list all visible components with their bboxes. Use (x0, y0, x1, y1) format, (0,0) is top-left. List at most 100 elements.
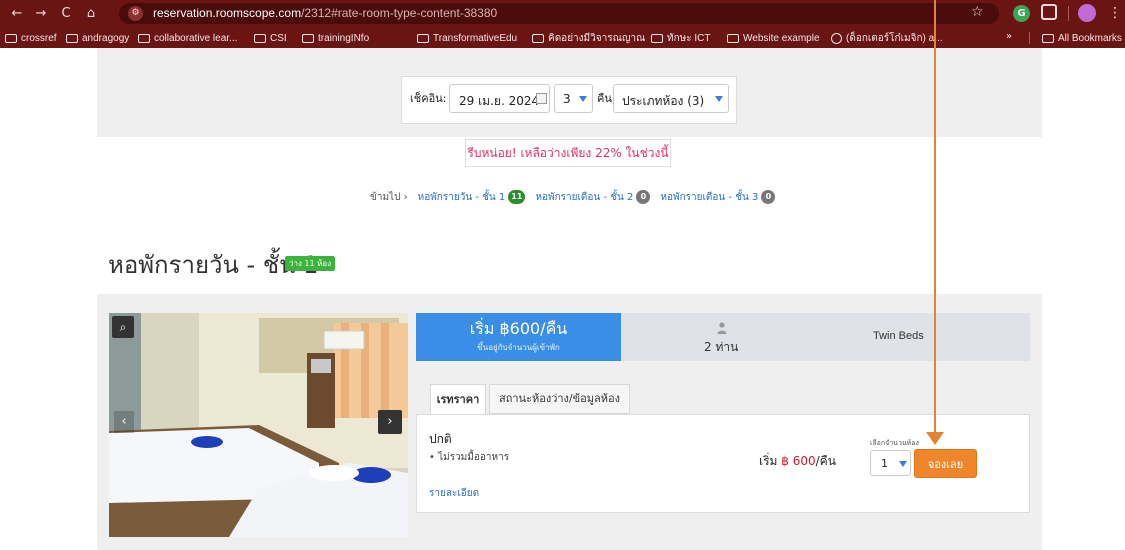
all-bookmarks-label: All Bookmarks (1058, 32, 1122, 44)
folder-icon (138, 33, 150, 43)
tab-rates[interactable]: เรทราคา (430, 384, 486, 415)
back-arrow-icon[interactable]: ← (8, 5, 26, 23)
room-photo-image (109, 313, 408, 537)
bookmarks-divider (1029, 32, 1030, 44)
bed-type: Twin Beds (873, 330, 924, 342)
bookmark-label: TransformativeEdu (433, 32, 518, 44)
bookmark-item[interactable]: TransformativeEdu (417, 30, 517, 46)
availability-search-bar: เช็คอิน: 29 เม.ย. 2024 3 คืน ประเภทห้อง … (401, 76, 737, 124)
folder-icon (727, 33, 739, 43)
site-settings-icon[interactable]: ⚙ (128, 6, 143, 21)
home-icon[interactable]: ⌂ (82, 5, 100, 23)
bookmark-label: trainingINfo (318, 32, 370, 44)
folder-icon (5, 33, 17, 43)
jump-to-nav: ข้ามไป › หอพักรายวัน - ชั้น 1 11 หอพักราย… (370, 188, 776, 206)
bookmark-label: (ด็อกเตอร์โก๋เมจิก) a... (846, 32, 943, 44)
jump-link-label: หอพักรายเดือน - ชั้น 3 (660, 191, 759, 203)
jump-link-label: หอพักรายเดือน - ชั้น 2 (535, 191, 634, 203)
menu-kebab-icon[interactable]: ⋮ (1108, 4, 1122, 22)
room-type-select[interactable]: ประเภทห้อง (3) (613, 84, 729, 113)
google-extension-icon[interactable]: G (1013, 5, 1030, 22)
rooms-available-badge: ว่าง 11 ห้อง (285, 256, 336, 271)
rate-details-link[interactable]: รายละเอียด (429, 486, 479, 501)
bookmark-label: CSI (270, 32, 287, 44)
url-path: /2312#rate-room-type-content-38380 (301, 6, 498, 20)
guest-capacity: 2 ท่าน (704, 340, 739, 354)
folder-icon (254, 33, 266, 43)
jump-link-floor-3[interactable]: หอพักรายเดือน - ชั้น 30 (660, 190, 776, 205)
bookmark-star-icon[interactable]: ☆ (971, 4, 984, 20)
extensions-icon[interactable] (1041, 4, 1057, 20)
bookmark-label: andragogy (82, 32, 130, 44)
bookmark-item[interactable]: crossref (5, 30, 57, 46)
hurry-notice: รีบหน่อย! เหลือว่างเพียง 22% ในช่วงนี้ (465, 139, 671, 167)
bookmark-item[interactable]: collaborative lear... (138, 30, 237, 46)
bookmark-item[interactable]: andragogy (66, 30, 129, 46)
bookmarks-bar: crossref andragogy collaborative lear...… (0, 27, 1125, 48)
url-host: reservation.roomscope.com (153, 6, 302, 20)
bookmark-label: crossref (21, 32, 57, 44)
reload-icon[interactable]: C (57, 5, 75, 23)
checkin-date-value: 29 เม.ย. 2024 (459, 94, 540, 108)
checkin-label: เช็คอิน: (410, 92, 447, 105)
browser-toolbar: ← → C ⌂ ⚙ reservation.roomscope.com/2312… (0, 0, 1125, 48)
jump-link-floor-1[interactable]: หอพักรายวัน - ชั้น 1 11 (418, 190, 526, 205)
rate-plan-feature: • ไม่รวมมื้ออาหาร (429, 452, 510, 463)
zoom-search-icon[interactable]: ⌕ (112, 316, 134, 338)
annotation-arrow-head (926, 432, 944, 445)
availability-count-badge: 11 (508, 190, 526, 204)
folder-icon (302, 33, 314, 43)
photo-next-arrow-icon[interactable]: › (378, 410, 402, 434)
bookmark-item[interactable]: CSI (254, 30, 287, 46)
tab-availability[interactable]: สถานะห้องว่าง/ข้อมูลห้อง (489, 384, 630, 414)
forward-arrow-icon[interactable]: → (32, 5, 50, 23)
jump-label: ข้ามไป › (370, 191, 408, 203)
photo-prev-arrow-icon[interactable]: ‹ (114, 411, 134, 433)
price-amount: ฿ 600 (781, 454, 816, 468)
bookmark-label: คิดอย่างมีวิจารณญาณ (548, 32, 646, 44)
folder-icon (66, 33, 78, 43)
bookmark-item[interactable]: ทักษะ ICT (651, 30, 711, 46)
price-per-night: /คืน (815, 454, 836, 468)
nights-select[interactable]: 3 (554, 84, 593, 113)
bookmark-label: ทักษะ ICT (667, 32, 711, 44)
rate-price: เริ่ม ฿ 600/คืน (759, 452, 836, 471)
room-quantity-label: เลือกจำนวนห้อง (870, 439, 919, 447)
profile-avatar-icon[interactable] (1078, 4, 1096, 22)
calendar-icon[interactable] (536, 93, 547, 104)
room-photo[interactable] (109, 313, 408, 537)
url-text[interactable]: reservation.roomscope.com/2312#rate-room… (153, 6, 497, 20)
jump-link-label: หอพักรายวัน - ชั้น 1 (417, 191, 506, 203)
folder-icon (532, 33, 544, 43)
chevron-down-icon (715, 96, 723, 102)
nights-value: 3 (563, 92, 571, 106)
room-type-value: ประเภทห้อง (3) (622, 94, 705, 108)
nights-label: คืน (597, 92, 612, 105)
room-info-strip: 2 ท่าน Twin Beds (621, 313, 1030, 361)
globe-icon (831, 32, 842, 44)
price-header: เริ่ม ฿600/คืน ขึ้นอยู่กับจำนวนผู้เข้าพั… (416, 313, 621, 361)
folder-icon (1042, 33, 1054, 43)
screenshot-root: ← → C ⌂ ⚙ reservation.roomscope.com/2312… (0, 0, 1125, 550)
folder-icon (417, 33, 429, 43)
bookmark-item[interactable]: (ด็อกเตอร์โก๋เมจิก) a... (831, 30, 943, 46)
address-bar[interactable]: ⚙ reservation.roomscope.com/2312#rate-ro… (119, 3, 999, 24)
page-content: เช็คอิน: 29 เม.ย. 2024 3 คืน ประเภทห้อง … (0, 48, 1125, 550)
chevron-down-icon (899, 461, 907, 467)
book-now-button[interactable]: จองเลย (914, 449, 977, 478)
more-bookmarks-button[interactable]: » (1006, 31, 1012, 42)
annotation-arrow-line (934, 0, 936, 434)
bookmark-item[interactable]: คิดอย่างมีวิจารณญาณ (532, 30, 645, 46)
chevron-down-icon (579, 96, 587, 102)
price-subnote: ขึ้นอยู่กับจำนวนผู้เข้าพัก (477, 343, 560, 352)
jump-link-floor-2[interactable]: หอพักรายเดือน - ชั้น 20 (535, 190, 651, 205)
bookmark-item[interactable]: Website example (727, 30, 820, 46)
address-row: ← → C ⌂ ⚙ reservation.roomscope.com/2312… (0, 0, 1125, 27)
price-prefix: เริ่ม (759, 454, 782, 468)
checkin-date-field[interactable]: 29 เม.ย. 2024 (449, 84, 550, 113)
bookmark-label: Website example (743, 32, 820, 44)
all-bookmarks-button[interactable]: All Bookmarks (1042, 30, 1122, 46)
bookmark-item[interactable]: trainingINfo (302, 30, 369, 46)
room-quantity-value: 1 (881, 457, 888, 470)
room-quantity-select[interactable]: 1 (870, 450, 911, 476)
